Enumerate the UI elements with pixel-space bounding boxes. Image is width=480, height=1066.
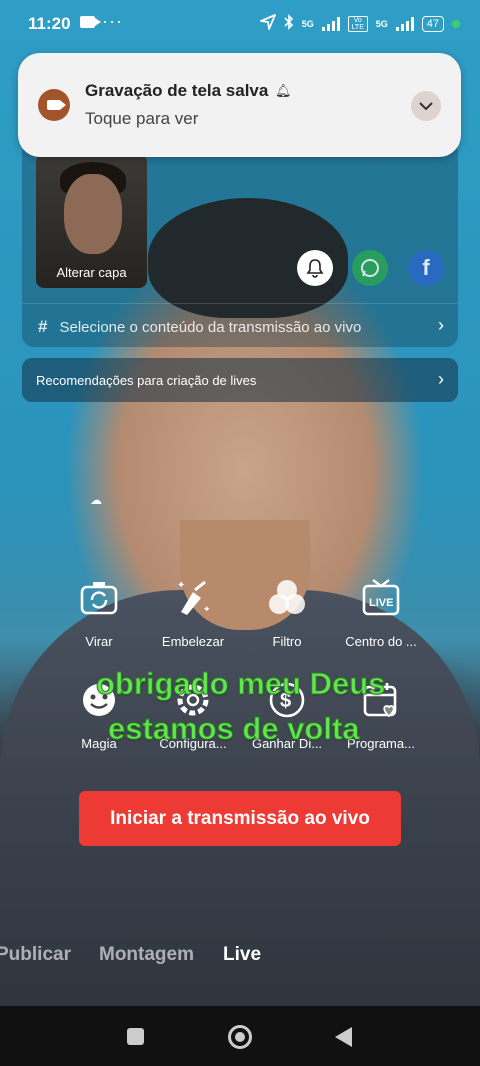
network-label-2: 5G <box>375 18 388 29</box>
tool-label: Filtro <box>272 634 302 649</box>
screen-recording-notification[interactable]: Gravação de tela salva 🔔︎ Toque para ver <box>18 53 461 157</box>
recommendations-label: Recomendações para criação de lives <box>36 373 257 388</box>
sparkle-icon: ☁ <box>90 493 102 507</box>
camera-active-dot <box>452 19 460 28</box>
bluetooth-icon <box>284 14 294 33</box>
cover-thumbnail[interactable]: Alterar capa <box>36 154 147 288</box>
svg-text:✦: ✦ <box>177 580 185 591</box>
bell-icon <box>306 259 324 278</box>
bell-icon: 🔔︎ <box>275 83 292 98</box>
share-whatsapp-button[interactable] <box>352 250 388 286</box>
network-label: 5G <box>301 18 314 29</box>
notification-title: Gravação de tela salva <box>85 81 269 100</box>
live-setup-card: Alterar capa Paulinho Ireô está fazendo … <box>22 140 458 347</box>
tool-label: Virar <box>85 634 113 649</box>
tool-beautify[interactable]: ✦ ✦ Embelezar <box>146 576 240 649</box>
chevron-right-icon: › <box>438 369 444 389</box>
tool-flip[interactable]: Virar <box>52 576 146 649</box>
status-bar: 11:20 ··· 5G Vo LTE 5G 47 <box>0 0 480 48</box>
hashtag-icon: # <box>38 317 48 336</box>
live-center-icon: LIVE <box>334 576 428 620</box>
svg-text:LIVE: LIVE <box>369 597 393 609</box>
home-button[interactable] <box>228 1025 252 1049</box>
more-notifications-icon: ··· <box>102 11 123 31</box>
notification-subtitle: Toque para ver <box>85 109 199 128</box>
change-cover-label[interactable]: Alterar capa <box>36 265 147 280</box>
topic-label: Selecione o conteúdo da transmissão ao v… <box>59 319 362 336</box>
cover-face <box>64 174 122 254</box>
location-icon <box>259 14 276 33</box>
share-facebook-button[interactable]: f <box>408 250 444 286</box>
overlay-caption-line1: obrigado meu Deus <box>95 666 386 702</box>
chevron-right-icon: › <box>438 315 444 335</box>
screen-recorder-icon <box>38 89 70 121</box>
tool-label: Embelezar <box>161 634 225 649</box>
recents-button[interactable] <box>127 1028 144 1045</box>
back-button[interactable] <box>335 1027 352 1047</box>
whatsapp-icon <box>361 259 379 277</box>
system-nav-bar <box>0 1006 480 1066</box>
expand-button[interactable] <box>411 91 441 121</box>
tool-label: Centro do ... <box>345 634 417 649</box>
svg-text:✦: ✦ <box>203 604 211 614</box>
signal-icon-2 <box>395 16 414 31</box>
tab-montage[interactable]: Montagem <box>99 944 194 966</box>
status-time: 11:20 <box>28 14 71 33</box>
notify-followers-button[interactable] <box>297 250 333 286</box>
filter-icon <box>240 576 334 620</box>
overlay-caption-line2: estamos de volta <box>108 711 361 747</box>
start-live-button[interactable]: Iniciar a transmissão ao vivo <box>79 791 401 846</box>
tab-publish[interactable]: Publicar <box>0 944 71 966</box>
beautify-icon: ✦ ✦ <box>146 576 240 620</box>
tool-filter[interactable]: Filtro <box>240 576 334 649</box>
tool-live-center[interactable]: LIVE Centro do ... <box>334 576 428 649</box>
volte-badge: Vo LTE <box>347 15 368 32</box>
battery-icon: 47 <box>421 15 444 32</box>
signal-icon <box>321 16 340 31</box>
tab-live[interactable]: Live <box>223 944 261 966</box>
screen-record-icon <box>80 16 101 28</box>
card-divider <box>22 303 458 304</box>
status-icons: 5G Vo LTE 5G 47 <box>259 14 460 33</box>
topic-selector[interactable]: # Selecione o conteúdo da transmissão ao … <box>38 317 361 337</box>
flip-camera-icon <box>52 576 146 620</box>
recommendations-row[interactable]: Recomendações para criação de lives › <box>22 358 458 402</box>
facebook-icon: f <box>422 255 430 280</box>
chevron-down-icon <box>419 102 433 111</box>
